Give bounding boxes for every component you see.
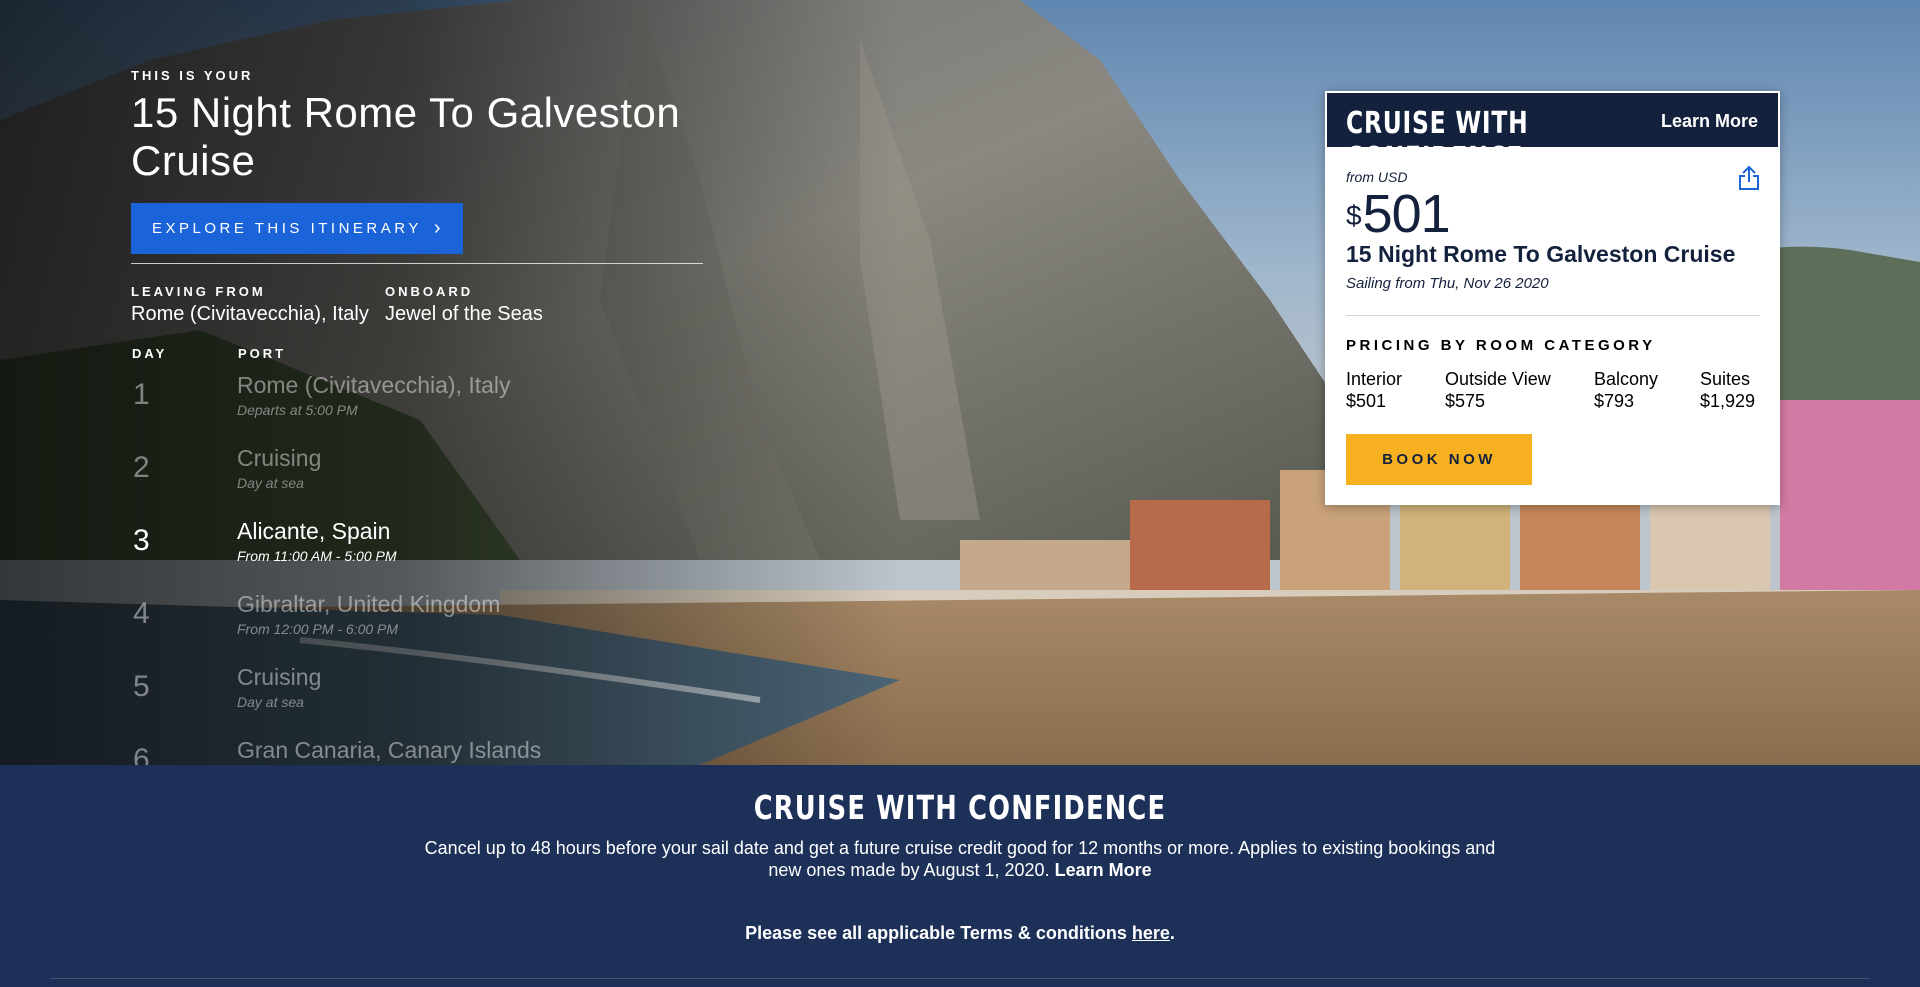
- terms-suffix: .: [1169, 923, 1175, 943]
- sailing-date: Sailing from Thu, Nov 26 2020: [1346, 275, 1549, 292]
- port-name: Alicante, Spain: [237, 518, 391, 544]
- hero: This is your 15 Night Rome To Galveston …: [0, 0, 1920, 765]
- port-name: Cruising: [237, 445, 322, 471]
- itinerary-row-day-4[interactable]: 4 Gibraltar, United Kingdom From 12:00 P…: [131, 591, 731, 651]
- banner-heading: CRUISE WITH CONFIDENCE: [753, 788, 1167, 827]
- port-time: From 12:00 PM - 6:00 PM: [237, 621, 399, 637]
- room-category-price: $1,929: [1700, 391, 1756, 411]
- room-category-price: $575: [1445, 391, 1486, 411]
- cruise-title: 15 Night Rome To Galveston Cruise: [1346, 241, 1736, 267]
- port-name: Gran Canaria, Canary Islands: [237, 737, 542, 763]
- page-title: 15 Night Rome To Galveston Cruise: [131, 89, 681, 184]
- price-value: 501: [1362, 184, 1451, 244]
- port-time: From 11:00 AM - 5:00 PM: [237, 548, 397, 564]
- port-name: Rome (Civitavecchia), Italy: [237, 372, 511, 398]
- room-category-name: Suites: [1700, 369, 1751, 389]
- card-divider: [1346, 315, 1760, 316]
- port-name: Cruising: [237, 664, 322, 690]
- terms-here-link[interactable]: here: [1132, 923, 1170, 943]
- room-category-price: $501: [1346, 391, 1387, 411]
- room-category-name: Balcony: [1594, 369, 1659, 389]
- day-number: 1: [133, 378, 150, 411]
- port-time: Day at sea: [237, 475, 304, 491]
- port-time: Day at sea: [237, 694, 304, 710]
- room-category-price: $793: [1594, 391, 1635, 411]
- starting-price: $501: [1346, 183, 1451, 245]
- room-category-name: Outside View: [1445, 369, 1551, 389]
- itinerary-row-day-6[interactable]: 6 Gran Canaria, Canary Islands: [131, 737, 731, 765]
- pricing-heading: PRICING BY ROOM CATEGORY: [1346, 337, 1656, 354]
- banner-description-text: Cancel up to 48 hours before your sail d…: [424, 838, 1496, 880]
- share-icon[interactable]: [1738, 165, 1760, 196]
- hero-eyebrow: This is your: [131, 68, 254, 83]
- explore-itinerary-label: Explore this itinerary: [152, 220, 422, 237]
- itinerary-row-day-5[interactable]: 5 Cruising Day at sea: [131, 664, 731, 724]
- room-category-balcony[interactable]: Balcony $793: [1594, 368, 1658, 412]
- card-header-title: CRUISE WITH CONFIDENCE: [1346, 106, 1529, 176]
- room-category-suites[interactable]: Suites $1,929: [1700, 368, 1755, 412]
- hero-divider: [131, 263, 703, 264]
- chevron-right-icon: ›: [433, 217, 441, 239]
- leaving-from: Leaving from Rome (Civitavecchia), Italy: [131, 284, 369, 326]
- itinerary-row-day-1[interactable]: 1 Rome (Civitavecchia), Italy Departs at…: [131, 372, 731, 432]
- banner-description: Cancel up to 48 hours before your sail d…: [410, 837, 1510, 881]
- room-category-interior[interactable]: Interior $501: [1346, 368, 1402, 412]
- hero-intro: This is your 15 Night Rome To Galveston …: [131, 68, 711, 254]
- room-category-name: Interior: [1346, 369, 1403, 389]
- port-column-header: PORT: [238, 346, 287, 361]
- day-number: 2: [133, 451, 150, 484]
- day-number: 3: [133, 524, 150, 557]
- onboard: Onboard Jewel of the Seas: [385, 284, 543, 326]
- leaving-from-value: Rome (Civitavecchia), Italy: [131, 303, 369, 325]
- onboard-label: Onboard: [385, 284, 474, 299]
- day-number: 4: [133, 597, 150, 630]
- currency-symbol: $: [1346, 200, 1362, 231]
- banner-learn-more-link[interactable]: Learn More: [1055, 860, 1152, 880]
- itinerary-row-day-2[interactable]: 2 Cruising Day at sea: [131, 445, 731, 505]
- book-now-button[interactable]: BOOK NOW: [1346, 434, 1532, 485]
- price-card: CRUISE WITH CONFIDENCE Learn More from U…: [1325, 91, 1780, 505]
- port-time: Departs at 5:00 PM: [237, 402, 358, 418]
- explore-itinerary-button[interactable]: Explore this itinerary ›: [131, 203, 463, 254]
- port-name: Gibraltar, United Kingdom: [237, 591, 501, 617]
- onboard-value: Jewel of the Seas: [385, 303, 543, 325]
- leaving-from-label: Leaving from: [131, 284, 266, 299]
- itinerary-row-day-3[interactable]: 3 Alicante, Spain From 11:00 AM - 5:00 P…: [131, 518, 731, 578]
- day-column-header: DAY: [132, 346, 168, 361]
- day-number: 5: [133, 670, 150, 703]
- room-category-outside-view[interactable]: Outside View $575: [1445, 368, 1551, 412]
- terms-text: Please see all applicable Terms & condit…: [745, 923, 1132, 943]
- card-learn-more-link[interactable]: Learn More: [1661, 111, 1758, 132]
- day-number: 6: [133, 743, 150, 765]
- card-header: CRUISE WITH CONFIDENCE Learn More: [1325, 91, 1780, 176]
- banner-divider: [50, 978, 1870, 979]
- confidence-banner: CRUISE WITH CONFIDENCE Cancel up to 48 h…: [0, 765, 1920, 987]
- terms-line: Please see all applicable Terms & condit…: [0, 923, 1920, 944]
